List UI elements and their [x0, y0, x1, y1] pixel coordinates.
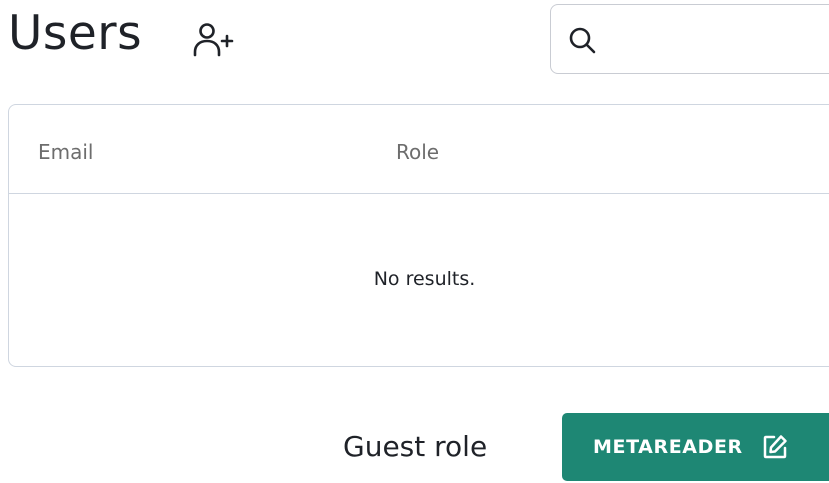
user-plus-icon: [187, 21, 239, 65]
email-column-header[interactable]: Email: [38, 142, 94, 162]
guest-role-button[interactable]: METAREADER: [562, 413, 829, 481]
guest-role-value: METAREADER: [593, 436, 743, 458]
page-title: Users: [8, 6, 143, 61]
edit-icon: [762, 434, 788, 460]
guest-role-label: Guest role: [343, 430, 488, 463]
search-icon: [568, 26, 596, 54]
users-table: Email Role No results.: [8, 104, 829, 367]
role-column-header[interactable]: Role: [396, 142, 439, 162]
table-header: Email Role: [9, 105, 829, 194]
search-input[interactable]: [607, 17, 829, 63]
search-box: [550, 4, 829, 74]
add-user-button[interactable]: [187, 21, 239, 65]
empty-results-message: No results.: [373, 268, 476, 290]
users-page: Users Email Role No results. Guest role: [0, 0, 829, 483]
